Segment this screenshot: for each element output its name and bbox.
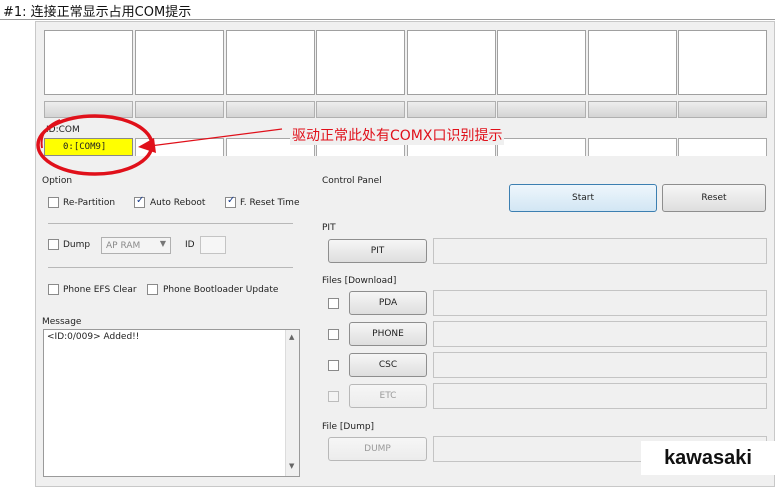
id-label: ID <box>185 240 195 250</box>
f-reset-time-checkbox[interactable] <box>225 195 236 208</box>
phone-efs-clear-label: Phone EFS Clear <box>63 285 137 295</box>
dump-type-select[interactable]: AP RAM ▼ <box>101 237 171 254</box>
re-partition-checkbox[interactable] <box>48 197 59 208</box>
pda-button[interactable]: PDA <box>349 291 427 315</box>
option-separator-1 <box>48 223 293 224</box>
phone-path-field[interactable] <box>433 321 767 347</box>
option-title: Option <box>42 176 73 186</box>
annotation-arrow-head <box>138 138 156 153</box>
scroll-down-icon[interactable]: ▼ <box>289 462 294 470</box>
etc-checkbox <box>328 391 339 402</box>
watermark-label: kawasaki <box>641 441 775 475</box>
scroll-up-icon[interactable]: ▲ <box>289 333 294 341</box>
phone-checkbox[interactable] <box>328 329 339 340</box>
f-reset-time-label: F. Reset Time <box>240 198 300 208</box>
pit-title: PIT <box>322 223 336 233</box>
annotation-arrow-line <box>149 128 283 147</box>
phone-efs-clear-checkbox[interactable] <box>48 284 59 295</box>
annotation-circle <box>36 114 154 176</box>
csc-path-field[interactable] <box>433 352 767 378</box>
chevron-down-icon: ▼ <box>159 239 166 248</box>
pda-path-field[interactable] <box>433 290 767 316</box>
message-scrollbar[interactable]: ▲ ▼ <box>285 330 299 476</box>
csc-checkbox[interactable] <box>328 360 339 371</box>
auto-reboot-checkbox[interactable] <box>134 195 145 208</box>
pit-button[interactable]: PIT <box>328 239 427 263</box>
phone-bootloader-update-checkbox[interactable] <box>147 284 158 295</box>
etc-button: ETC <box>349 384 427 408</box>
pda-checkbox[interactable] <box>328 298 339 309</box>
id-input[interactable] <box>200 236 226 254</box>
phone-button[interactable]: PHONE <box>349 322 427 346</box>
control-panel-title: Control Panel <box>322 176 382 186</box>
dump-button: DUMP <box>328 437 427 461</box>
message-title: Message <box>42 317 82 327</box>
start-button[interactable]: Start <box>509 184 657 212</box>
dump-checkbox[interactable] <box>48 239 59 250</box>
dump-type-value: AP RAM <box>106 240 141 251</box>
pit-path-field[interactable] <box>433 238 767 264</box>
message-log-line: <ID:0/009> Added!! <box>47 332 140 342</box>
message-log[interactable]: <ID:0/009> Added!! ▲ ▼ <box>43 329 300 477</box>
etc-path-field <box>433 383 767 409</box>
files-download-title: Files [Download] <box>322 276 397 286</box>
reset-button[interactable]: Reset <box>662 184 766 212</box>
re-partition-label: Re-Partition <box>63 198 116 208</box>
annotation-text: 驱动正常此处有COMX口识别提示 <box>290 125 505 145</box>
auto-reboot-label: Auto Reboot <box>150 198 206 208</box>
csc-button[interactable]: CSC <box>349 353 427 377</box>
file-dump-title: File [Dump] <box>322 422 375 432</box>
dump-label: Dump <box>63 240 91 250</box>
phone-bootloader-update-label: Phone Bootloader Update <box>163 285 279 295</box>
option-separator-2 <box>48 267 293 268</box>
